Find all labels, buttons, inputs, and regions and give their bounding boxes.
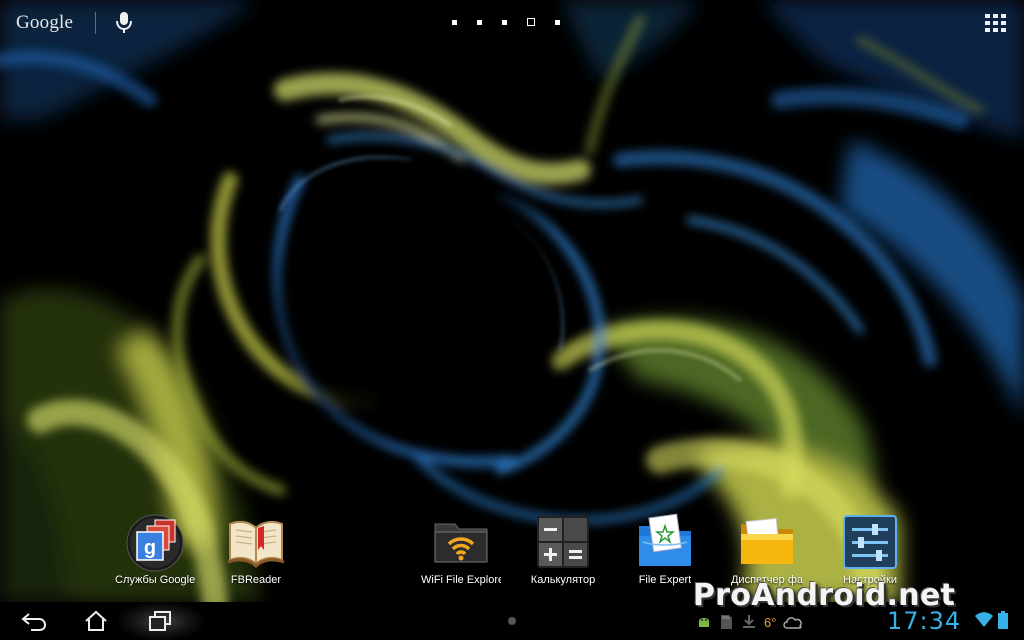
- shortcut-google-services[interactable]: + g Службы Google: [100, 512, 210, 592]
- home-page-dot: [508, 617, 516, 625]
- page-dot[interactable]: [502, 19, 507, 25]
- shortcut-label: FBReader: [230, 574, 282, 586]
- page-dot[interactable]: [477, 19, 482, 25]
- shortcut-fbreader[interactable]: FBReader: [201, 512, 311, 592]
- status-clock[interactable]: 17:34: [887, 607, 961, 635]
- google-search-label: Google: [16, 12, 74, 33]
- cloud-weather-icon[interactable]: [782, 614, 804, 630]
- shortcut-label: WiFi File Explore: [421, 574, 501, 586]
- file-manager-folder-icon: [737, 512, 797, 572]
- shortcut-label: Калькулятор: [530, 574, 596, 586]
- settings-sliders-icon: [840, 512, 900, 572]
- search-divider: [95, 12, 96, 34]
- page-indicator: [452, 16, 560, 28]
- book-icon: [226, 512, 286, 572]
- wifi-icon[interactable]: [975, 612, 993, 628]
- wifi-folder-icon: [431, 512, 491, 572]
- shortcut-calculator[interactable]: Калькулятор: [508, 512, 618, 592]
- shortcut-label: Службы Google: [115, 574, 195, 586]
- google-services-icon: + g: [125, 512, 185, 572]
- android-notification-icon[interactable]: [696, 614, 712, 630]
- page-dot[interactable]: [452, 19, 457, 25]
- weather-temperature[interactable]: 6°: [764, 615, 776, 630]
- page-dot[interactable]: [555, 19, 560, 25]
- recent-apps-icon[interactable]: [140, 602, 180, 640]
- sd-card-icon[interactable]: [718, 614, 734, 630]
- notification-icons: 6°: [696, 610, 804, 634]
- microphone-icon[interactable]: [112, 10, 136, 36]
- battery-icon[interactable]: [998, 611, 1008, 629]
- shortcut-label: File Expert: [638, 574, 692, 586]
- back-icon[interactable]: [14, 602, 54, 640]
- google-search-bar[interactable]: Google: [16, 10, 73, 36]
- download-icon[interactable]: [740, 614, 758, 630]
- page-dot-current[interactable]: [527, 18, 535, 26]
- svg-text:g: g: [144, 537, 156, 559]
- home-icon[interactable]: [76, 602, 116, 640]
- file-expert-icon: [635, 512, 695, 572]
- calculator-icon: [533, 512, 593, 572]
- shortcut-wifi-file-explorer[interactable]: WiFi File Explore: [406, 512, 516, 592]
- all-apps-grid-icon[interactable]: [985, 14, 1007, 32]
